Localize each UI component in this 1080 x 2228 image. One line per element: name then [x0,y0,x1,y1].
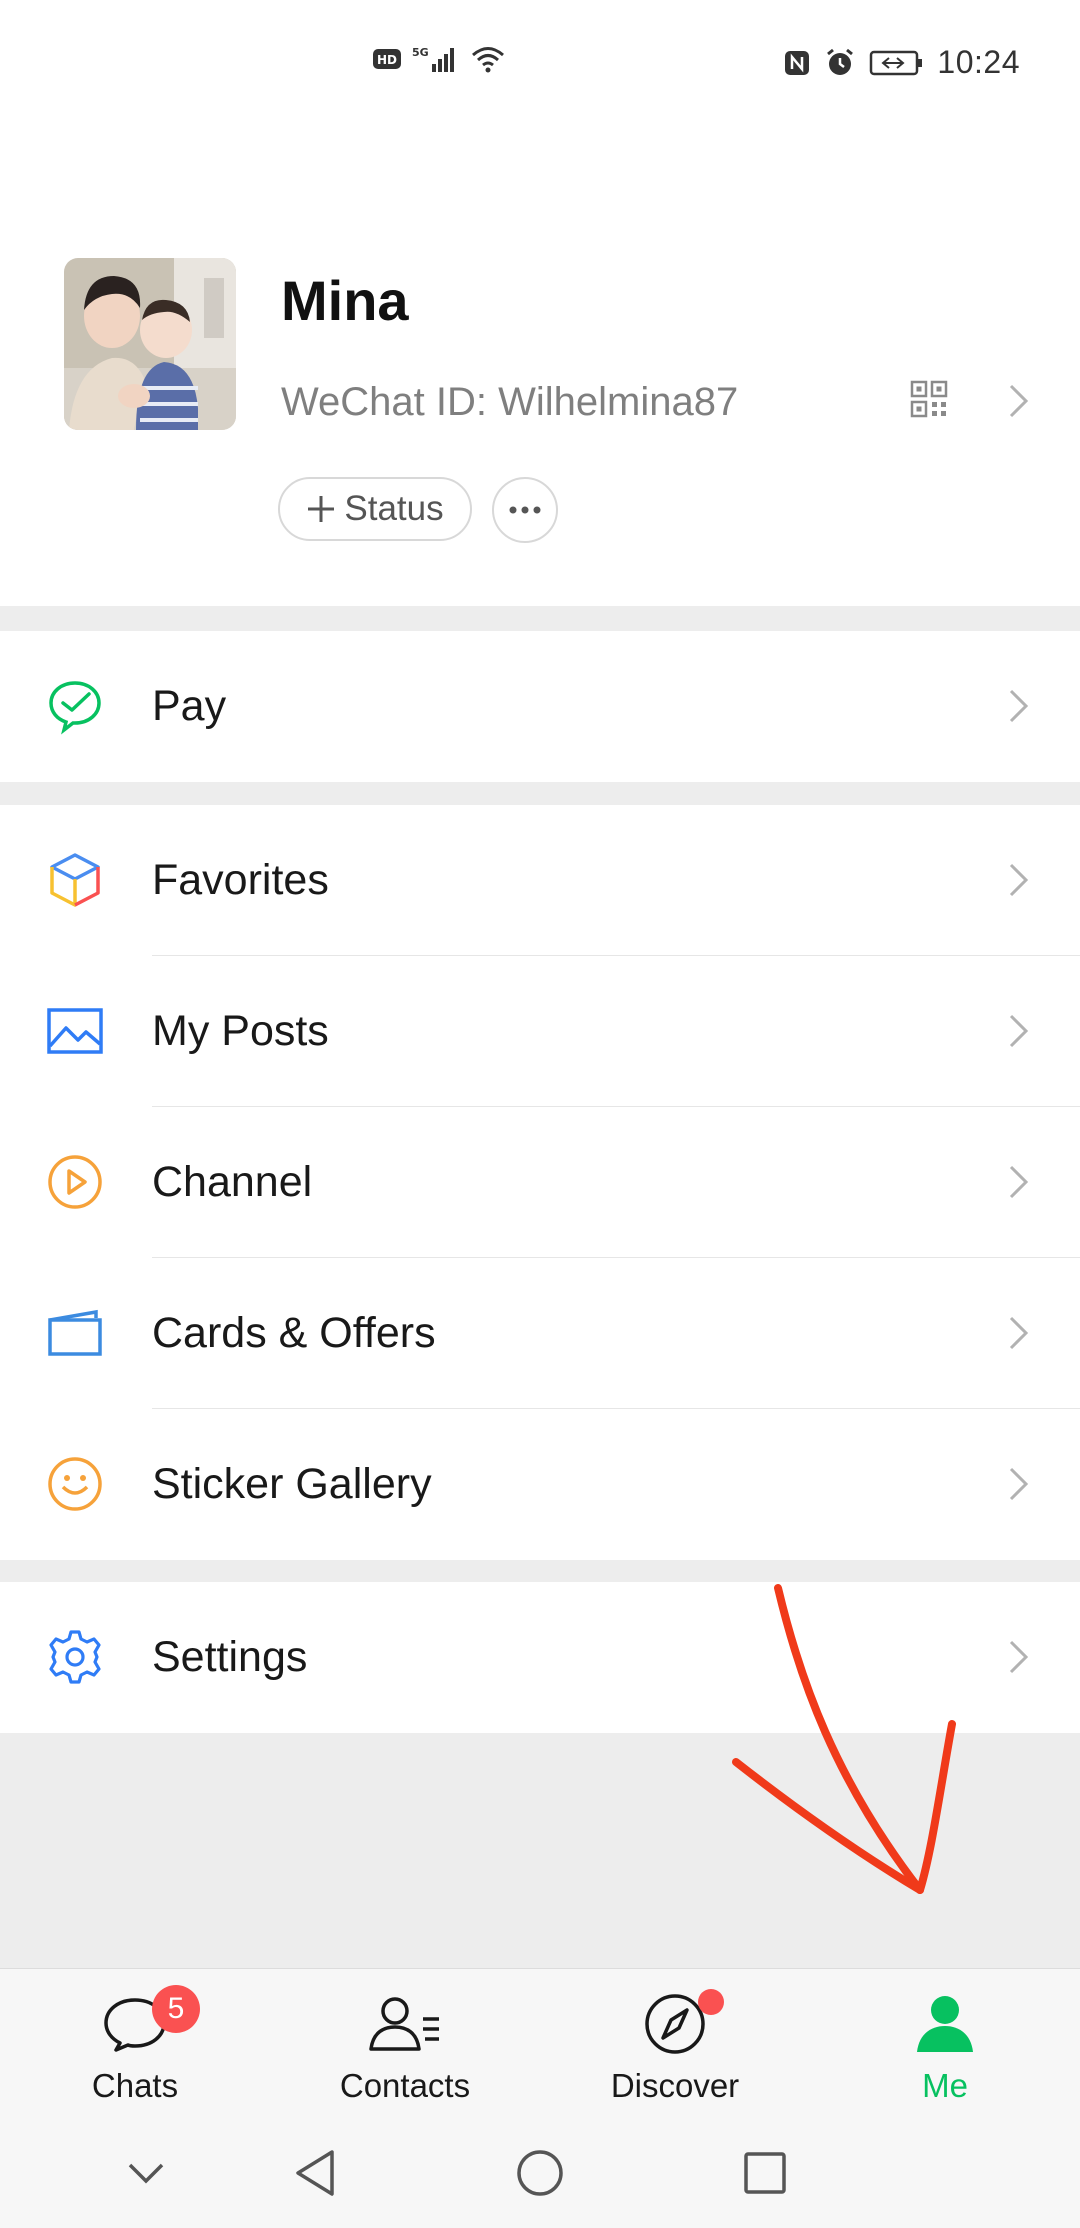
chevron-right-icon [1009,1640,1029,1674]
more-icon [509,506,541,514]
gear-icon [46,1628,104,1686]
menu-item-settings[interactable]: Settings [0,1582,1080,1733]
chevron-right-icon [1009,1316,1029,1350]
channel-play-icon [46,1153,104,1211]
smiley-icon [46,1455,104,1513]
nav-collapse-button[interactable] [111,2138,181,2208]
discover-notification-dot [698,1989,724,2015]
svg-text:HD: HD [377,53,397,67]
pay-icon [46,677,104,735]
more-button[interactable] [492,477,558,543]
menu-item-pay-label: Pay [152,682,227,730]
back-triangle-icon [296,2150,334,2196]
menu-item-my-posts[interactable]: My Posts [0,956,1080,1107]
pay-group: Pay [0,631,1080,782]
add-status-button[interactable]: Status [278,477,472,541]
menu-item-cards-offers-label: Cards & Offers [152,1309,436,1357]
hd-icon: HD [373,49,401,69]
wechat-id: WeChat ID: Wilhelmina87 [281,380,739,424]
profile-name: Mina [281,269,409,332]
tab-discover-label: Discover [610,2067,740,2104]
chevron-right-icon[interactable] [1006,382,1032,420]
battery-icon [870,50,923,75]
chevron-right-icon [1009,863,1029,897]
tab-discover[interactable]: Discover [540,1969,810,2119]
menu-item-favorites-label: Favorites [152,856,329,904]
chevron-right-icon [1009,1165,1029,1199]
qr-code-icon[interactable] [910,380,948,418]
tab-me[interactable]: Me [810,1969,1080,2119]
chevron-right-icon [1009,689,1029,723]
tab-chats-label: Chats [91,2067,179,2104]
image-icon [46,1002,104,1060]
plus-icon [308,496,335,522]
system-nav-bar [0,2118,1080,2228]
chevron-right-icon [1009,1467,1029,1501]
svg-text:5G: 5G [412,46,429,59]
contacts-icon [365,1989,445,2059]
menu-item-pay[interactable]: Pay [0,631,1080,782]
tab-me-label: Me [922,2067,968,2104]
alarm-icon [827,48,854,75]
chevron-down-icon [128,2163,164,2184]
tab-chats[interactable]: 5 Chats [0,1969,270,2119]
menu-item-sticker-gallery-label: Sticker Gallery [152,1460,432,1508]
5g-signal-icon: 5G [412,46,454,72]
nfc-icon [785,50,810,75]
recents-square-icon [744,2152,786,2194]
settings-group: Settings [0,1582,1080,1733]
status-bar: HD 5G 10:24 [0,0,1080,128]
menu-item-favorites[interactable]: Favorites [0,805,1080,956]
chevron-right-icon [1009,1014,1029,1048]
status-button-label: Status [344,489,444,528]
status-time: 10:24 [937,44,1020,80]
home-circle-icon [517,2150,563,2196]
nav-back-button[interactable] [280,2138,350,2208]
menu-item-sticker-gallery[interactable]: Sticker Gallery [0,1409,1080,1560]
tab-contacts-label: Contacts [339,2067,471,2104]
person-icon [905,1989,985,2059]
wifi-icon [472,47,504,73]
bottom-tab-bar: 5 Chats Contacts Discover Me [0,1968,1080,2118]
avatar[interactable] [64,258,236,430]
chats-unread-badge: 5 [152,1985,200,2033]
menu-item-channel-label: Channel [152,1158,313,1206]
menu-item-cards-offers[interactable]: Cards & Offers [0,1258,1080,1409]
nav-home-button[interactable] [505,2138,575,2208]
profile-header[interactable]: Mina WeChat ID: Wilhelmina87 Status [0,128,1080,606]
favorites-cube-icon [46,851,104,909]
menu-item-settings-label: Settings [152,1633,308,1681]
card-wallet-icon [46,1304,104,1362]
menu-item-channel[interactable]: Channel [0,1107,1080,1258]
features-group: Favorites My Posts Channel Cards & Offer… [0,805,1080,1560]
tab-contacts[interactable]: Contacts [270,1969,540,2119]
menu-item-my-posts-label: My Posts [152,1007,329,1055]
nav-recents-button[interactable] [730,2138,800,2208]
